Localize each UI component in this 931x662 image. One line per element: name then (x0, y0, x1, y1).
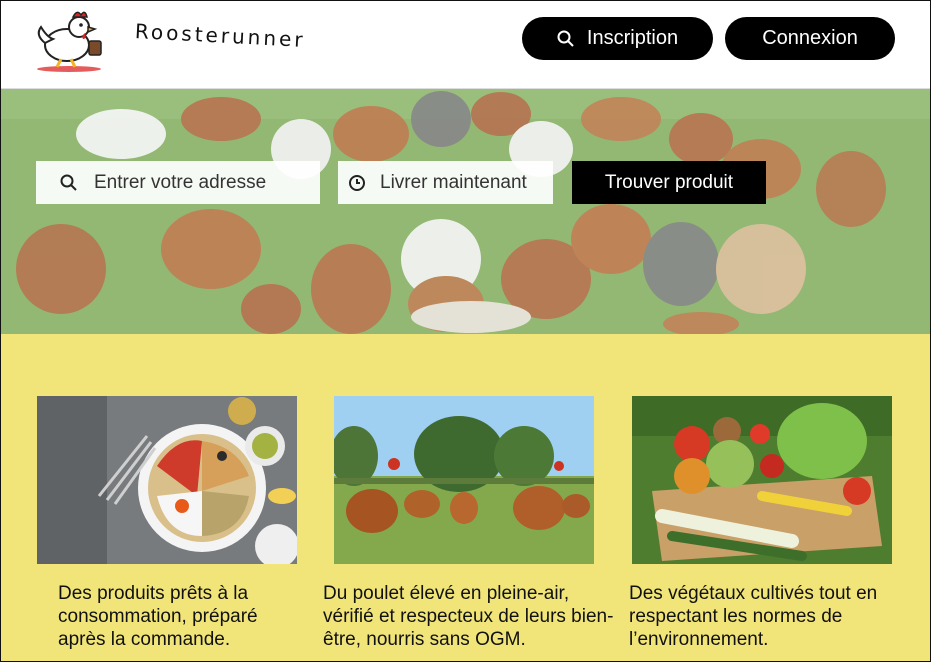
hero-overlay (1, 89, 930, 334)
delivery-time-select[interactable]: Livrer maintenant (338, 161, 553, 204)
site-header: Roosterunner Inscription Connexion (1, 1, 930, 89)
connexion-label: Connexion (762, 27, 858, 49)
free-range-chickens-image (334, 396, 594, 564)
card-text: Des produits prêts à la consommation, pr… (58, 583, 258, 650)
find-product-button[interactable]: Trouver produit (572, 161, 766, 204)
feature-card-vegetables: Des végétaux cultivés tout en respectant… (629, 396, 894, 651)
inscription-button[interactable]: Inscription (522, 17, 713, 60)
inscription-label: Inscription (586, 27, 679, 49)
connexion-button[interactable]: Connexion (725, 17, 895, 60)
rooster-logo[interactable] (31, 9, 109, 73)
brand-name: Roosterunner (134, 19, 307, 52)
card-text: Du poulet élevé en pleine-air, vérifié e… (323, 583, 614, 650)
page: Roosterunner Inscription Connexion Entre… (0, 0, 931, 662)
meal-bowl-image (37, 396, 297, 564)
delivery-time-value: Livrer maintenant (380, 171, 527, 193)
vegetable-crate-image (632, 396, 892, 564)
hero-banner: Entrer votre adresse Livrer maintenant T… (1, 89, 930, 334)
address-input[interactable]: Entrer votre adresse (36, 161, 320, 204)
feature-card-meals: Des produits prêts à la consommation, pr… (37, 396, 299, 651)
clock-icon (349, 174, 365, 191)
card-text: Des végétaux cultivés tout en respectant… (629, 583, 878, 650)
search-icon (60, 174, 77, 191)
address-placeholder: Entrer votre adresse (94, 171, 267, 193)
search-icon (557, 30, 574, 47)
feature-card-chicken: Du poulet élevé en pleine-air, vérifié e… (323, 396, 613, 651)
